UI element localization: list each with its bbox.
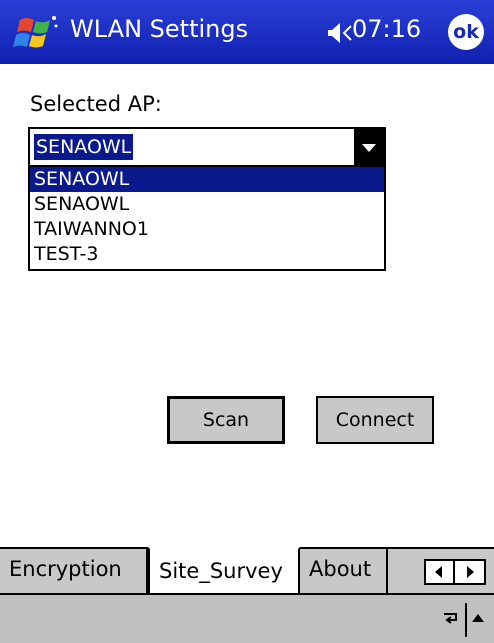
selected-ap-label: Selected AP: — [30, 92, 162, 116]
selected-ap-combobox[interactable]: SENAOWL — [28, 127, 386, 167]
list-item[interactable]: TAIWANNO1 — [30, 217, 384, 242]
windows-flag-icon[interactable] — [12, 12, 60, 54]
combobox-value[interactable]: SENAOWL — [34, 134, 134, 160]
menu-divider — [465, 603, 467, 637]
tab-scroll-control — [424, 559, 486, 585]
list-item[interactable]: SENAOWL — [30, 167, 384, 192]
scan-button[interactable]: Scan — [167, 396, 285, 444]
menu-bar — [0, 593, 494, 643]
tab-encryption[interactable]: Encryption — [0, 547, 148, 595]
input-method-icon[interactable] — [442, 611, 460, 629]
list-item[interactable]: TEST-3 — [30, 242, 384, 267]
app-title: WLAN Settings — [70, 15, 249, 43]
ok-button[interactable]: ok — [448, 14, 484, 50]
tab-bar: Encryption Site_Survey About — [0, 547, 494, 595]
speaker-icon[interactable] — [326, 21, 352, 45]
chevron-down-icon[interactable] — [354, 129, 384, 165]
scroll-left-icon[interactable] — [426, 561, 455, 583]
connect-button[interactable]: Connect — [316, 396, 434, 444]
sip-up-arrow-icon[interactable] — [472, 614, 484, 622]
ap-dropdown-list[interactable]: SENAOWL SENAOWL TAIWANNO1 TEST-3 — [28, 167, 386, 271]
scroll-right-icon[interactable] — [457, 561, 484, 583]
tab-about[interactable]: About — [300, 547, 388, 595]
clock[interactable]: 07:16 — [352, 15, 421, 43]
list-item[interactable]: SENAOWL — [30, 192, 384, 217]
title-bar: WLAN Settings 07:16 ok — [0, 0, 494, 64]
tab-site-survey[interactable]: Site_Survey — [148, 547, 300, 595]
